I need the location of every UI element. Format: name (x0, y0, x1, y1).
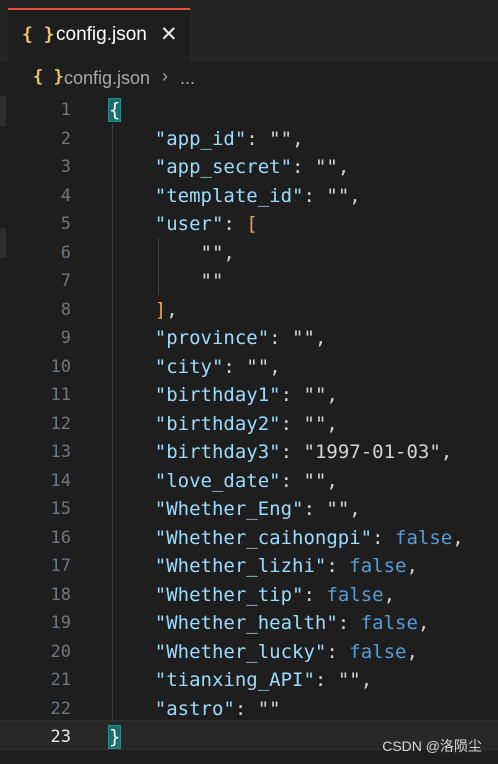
watermark: CSDN @洛陨尘 (382, 738, 482, 754)
line-number: 20 (50, 641, 71, 662)
line-number-active: 23 (50, 727, 71, 747)
line-number: 22 (50, 698, 71, 719)
line-number: 16 (50, 527, 71, 548)
code-line: "" (200, 270, 224, 292)
code-line: "", (200, 241, 235, 264)
code-line: "app_secret": "", (154, 156, 350, 178)
tab-bar: { } config.json ✕ (0, 0, 498, 62)
line-number: 5 (60, 214, 71, 234)
code-line: "birthday2": "", (154, 412, 338, 435)
code-line: { (107, 98, 122, 122)
code-line: "Whether_health": false, (154, 612, 430, 634)
line-number: 18 (50, 584, 71, 605)
line-number: 12 (50, 413, 71, 434)
line-number: 6 (60, 242, 71, 263)
tab-label: config.json (56, 24, 147, 45)
line-number: 8 (60, 299, 71, 320)
code-line: "Whether_lizhi": false, (154, 555, 418, 577)
line-number: 21 (50, 670, 71, 690)
code-line: "province": "", (154, 327, 327, 349)
code-line: "love_date": "", (154, 469, 338, 492)
code-line: "Whether_lucky": false, (154, 640, 418, 663)
json-file-icon: { } (33, 67, 64, 87)
code-editor[interactable]: 1 2 3 4 5 6 7 8 9 10 11 12 13 14 15 16 1… (0, 96, 498, 764)
json-file-icon: { } (22, 24, 55, 45)
code-line: "birthday1": "", (154, 384, 338, 406)
line-number: 14 (50, 470, 71, 491)
code-line: "astro": "" (154, 697, 281, 720)
breadcrumb: { } config.json › ... (0, 62, 498, 96)
code-line: "template_id": "", (154, 184, 361, 207)
line-number: 7 (60, 271, 71, 291)
line-number: 3 (60, 157, 71, 177)
code-line: "tianxing_API": "", (154, 669, 373, 691)
code-line: ], (154, 298, 178, 321)
tab-config-json[interactable]: { } config.json ✕ (8, 8, 190, 62)
close-icon[interactable]: ✕ (160, 22, 178, 47)
code-line: "Whether_caihongpi": false, (154, 526, 464, 549)
code-line: "city": "", (154, 355, 281, 378)
line-number: 1 (60, 100, 71, 120)
breadcrumb-more[interactable]: ... (180, 68, 195, 89)
line-number: 13 (50, 442, 71, 462)
line-number: 9 (60, 328, 71, 348)
line-number: 15 (50, 499, 71, 519)
code-line: } (107, 725, 122, 749)
line-number: 11 (50, 385, 71, 405)
line-number: 10 (50, 356, 71, 377)
chevron-right-icon: › (162, 66, 168, 86)
breadcrumb-file[interactable]: config.json (64, 68, 150, 89)
code-line: "Whether_tip": false, (154, 583, 396, 606)
code-line: "app_id": "", (154, 127, 304, 150)
code-line: "birthday3": "1997-01-03", (154, 441, 453, 463)
line-number: 19 (50, 613, 71, 633)
code-line: "user": [ (154, 213, 258, 235)
line-number: 4 (60, 185, 71, 206)
line-number: 17 (50, 556, 71, 576)
code-line: "Whether_Eng": "", (154, 498, 361, 520)
line-number: 2 (60, 128, 71, 149)
